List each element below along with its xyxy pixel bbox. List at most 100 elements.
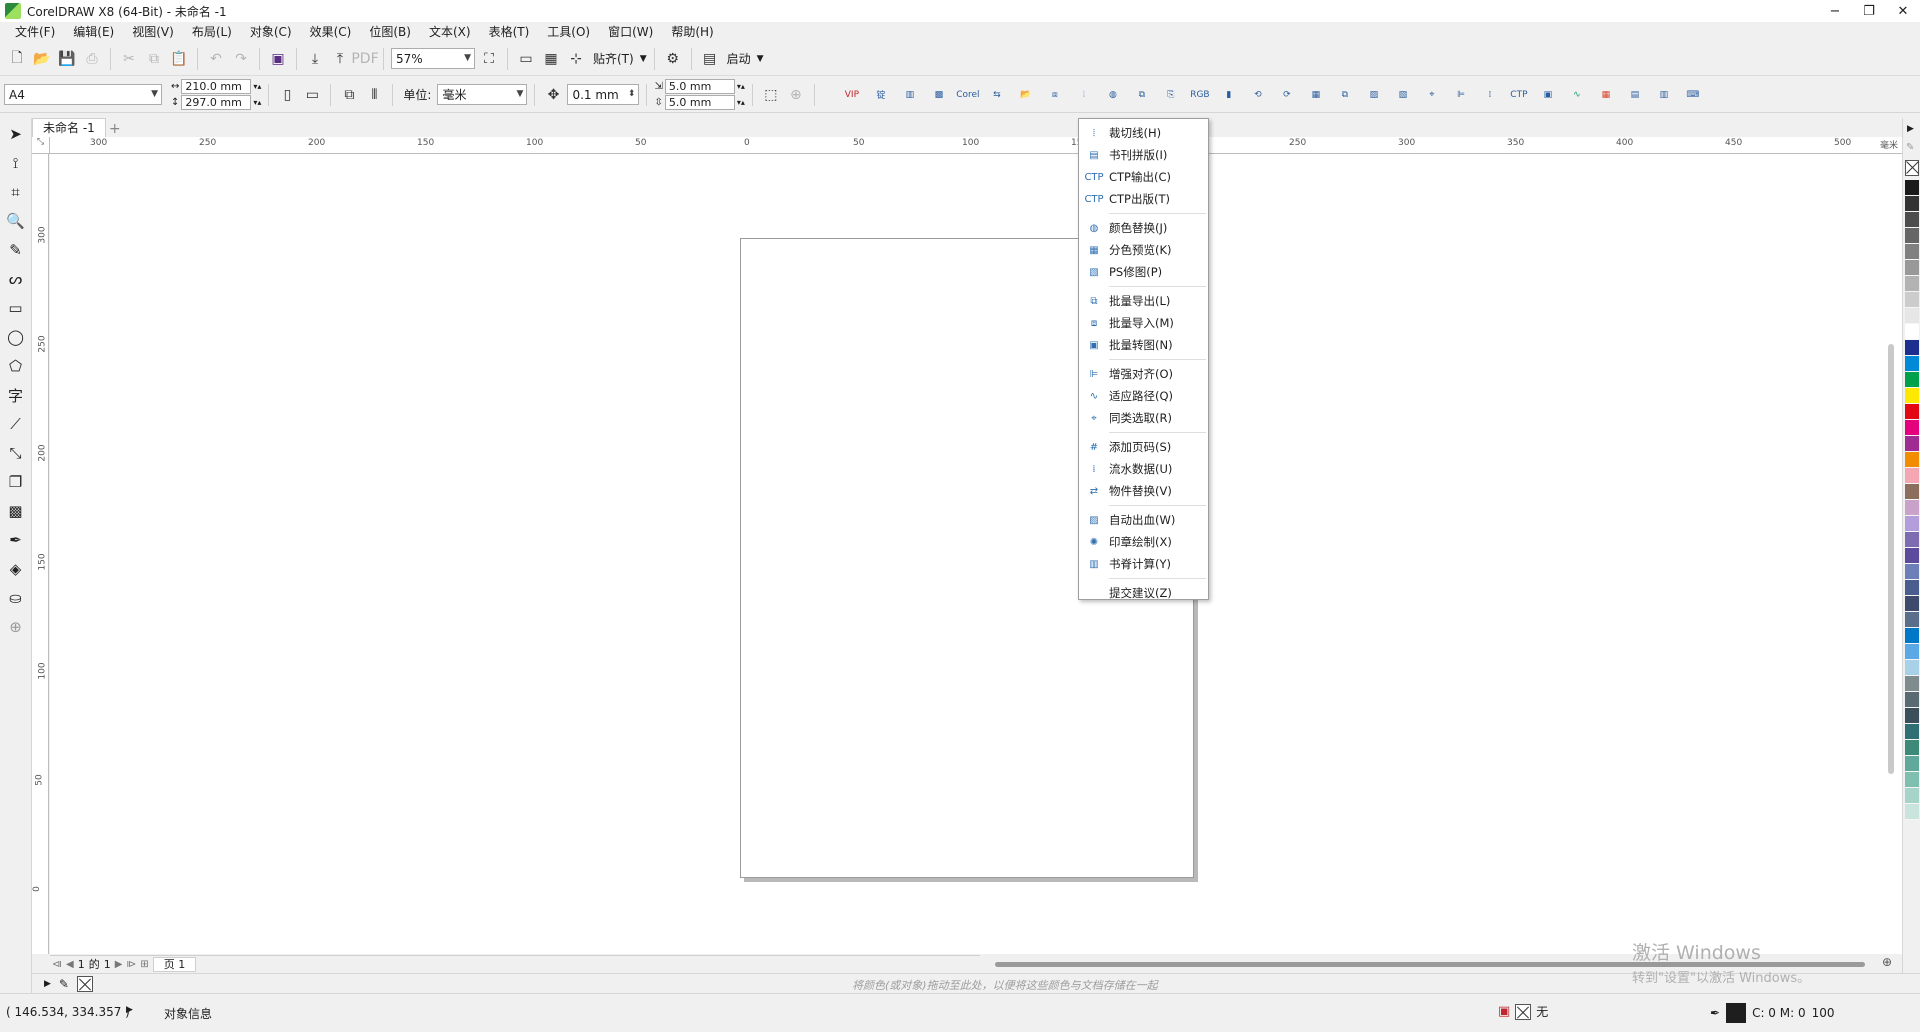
- prev-page-icon[interactable]: ◀: [66, 959, 74, 970]
- docpal-no-color[interactable]: [76, 975, 93, 992]
- menu-item[interactable]: ⦙ 裁切线(H): [1079, 122, 1208, 144]
- restore-button[interactable]: ❐: [1852, 0, 1886, 22]
- menu-item[interactable]: ⊫ 增强对齐(O): [1079, 363, 1208, 385]
- color-swatch[interactable]: [1905, 516, 1919, 532]
- landscape-icon[interactable]: ▭: [301, 84, 323, 106]
- color-swatch[interactable]: [1905, 660, 1919, 676]
- close-button[interactable]: ✕: [1886, 0, 1920, 22]
- add-page-icon[interactable]: ⊞: [140, 959, 148, 970]
- pen-icon[interactable]: ✒: [1710, 1006, 1720, 1020]
- ellipse-tool-icon[interactable]: ◯: [3, 325, 29, 349]
- color-swatch[interactable]: [1905, 468, 1919, 484]
- menu-item[interactable]: ▥ 书脊计算(Y): [1079, 553, 1208, 575]
- corel-icon[interactable]: Corel: [956, 83, 980, 107]
- menu-item[interactable]: 编辑(E): [64, 22, 123, 42]
- last-page-icon[interactable]: ⧐: [126, 959, 136, 970]
- color-swatch[interactable]: [1905, 180, 1919, 196]
- color-swatch[interactable]: [1905, 740, 1919, 756]
- rgb-cmyk-icon[interactable]: RGB: [1188, 83, 1212, 107]
- color-swatch[interactable]: [1905, 692, 1919, 708]
- spin-icon[interactable]: ▾▴: [737, 98, 745, 107]
- copy-pages-icon[interactable]: ⎘: [1159, 83, 1183, 107]
- color-swatch[interactable]: [1905, 804, 1919, 820]
- nudge-distance-input[interactable]: 0.1 mm ⬍: [567, 84, 640, 105]
- open-folder-icon[interactable]: 📂: [31, 48, 53, 70]
- artistic-media-icon[interactable]: ᔕ: [3, 267, 29, 291]
- color-swatch[interactable]: [1905, 372, 1919, 388]
- palette-expand-icon[interactable]: ▶: [1907, 124, 1914, 134]
- book-icon[interactable]: ▤: [1623, 83, 1647, 107]
- color-swatch[interactable]: [1905, 788, 1919, 804]
- snap-to-label[interactable]: 贴齐(T): [590, 50, 637, 67]
- color-swatch[interactable]: [1905, 324, 1919, 340]
- menu-item[interactable]: ⁞ 流水数据(U): [1079, 458, 1208, 480]
- color-swatch[interactable]: [1905, 548, 1919, 564]
- menu-item[interactable]: 帮助(H): [662, 22, 722, 42]
- menu-item[interactable]: 文件(F): [6, 22, 64, 42]
- menu-item[interactable]: 效果(C): [301, 22, 361, 42]
- page-size-combo[interactable]: A4 ▼: [4, 84, 162, 105]
- menu-item[interactable]: ⌖ 同类选取(R): [1079, 407, 1208, 429]
- duplicate-x-input[interactable]: 5.0 mm: [664, 79, 735, 94]
- show-grid-icon[interactable]: ▦: [540, 48, 562, 70]
- eyedropper-icon[interactable]: ✎: [1906, 142, 1914, 153]
- docpal-expand-icon[interactable]: ▶: [44, 979, 51, 989]
- document-tab[interactable]: 未命名 -1: [32, 118, 106, 137]
- no-color-swatch[interactable]: [1905, 160, 1919, 176]
- color-swatch[interactable]: [1905, 276, 1919, 292]
- color-replace-icon[interactable]: ◍: [1101, 83, 1125, 107]
- color-swatch[interactable]: [1905, 676, 1919, 692]
- color-swatch[interactable]: [1905, 612, 1919, 628]
- menu-item[interactable]: 位图(B): [360, 22, 420, 42]
- color-swatch[interactable]: [1905, 772, 1919, 788]
- menu-item[interactable]: ▣ 批量转图(N): [1079, 334, 1208, 356]
- menu-item[interactable]: ▤ 书刊拼版(I): [1079, 144, 1208, 166]
- fit-path-icon[interactable]: ∿: [1565, 83, 1589, 107]
- zoom-to-page-icon[interactable]: ⛶: [478, 48, 500, 70]
- next-page-icon[interactable]: ▶: [115, 959, 123, 970]
- grid-icon[interactable]: ▦: [1304, 83, 1328, 107]
- calculate-icon[interactable]: ▥: [1652, 83, 1676, 107]
- menu-item[interactable]: ⧉ 批量导出(L): [1079, 290, 1208, 312]
- color-swatch[interactable]: [1905, 356, 1919, 372]
- minimize-button[interactable]: −: [1818, 0, 1852, 22]
- menu-item[interactable]: ▦ 分色预览(K): [1079, 239, 1208, 261]
- color-swatch[interactable]: [1905, 484, 1919, 500]
- menu-item[interactable]: 窗口(W): [599, 22, 662, 42]
- save-icon[interactable]: 💾: [56, 48, 78, 70]
- application-launcher-icon[interactable]: ▤: [699, 48, 721, 70]
- color-swatch[interactable]: [1905, 340, 1919, 356]
- color-swatch[interactable]: [1905, 436, 1919, 452]
- menu-item[interactable]: CTP CTP输出(C): [1079, 166, 1208, 188]
- serial-data-icon[interactable]: ⁞: [1478, 83, 1502, 107]
- color-swatch[interactable]: [1905, 628, 1919, 644]
- publish-pdf-icon[interactable]: PDF: [351, 48, 378, 70]
- select-similar-icon[interactable]: ⌖: [1420, 83, 1444, 107]
- menu-item[interactable]: ▧ PS修图(P): [1079, 261, 1208, 283]
- new-tab-icon[interactable]: +: [106, 121, 124, 137]
- menu-item[interactable]: ⧈ 批量导入(M): [1079, 312, 1208, 334]
- color-swatch[interactable]: [1905, 388, 1919, 404]
- vip-plugin-icon[interactable]: VIP: [840, 83, 864, 107]
- color-swatch[interactable]: [1905, 404, 1919, 420]
- portrait-icon[interactable]: ▯: [276, 84, 298, 106]
- menu-item[interactable]: ⇄ 物件替换(V): [1079, 480, 1208, 502]
- align-icon[interactable]: ⊫: [1449, 83, 1473, 107]
- spin-icon[interactable]: ▾▴: [253, 98, 261, 107]
- color-swatch[interactable]: [1905, 308, 1919, 324]
- options-gear-icon[interactable]: ⚙: [662, 48, 684, 70]
- menu-item[interactable]: 表格(T): [480, 22, 539, 42]
- menu-item[interactable]: 文本(X): [420, 22, 480, 42]
- ctp-icon[interactable]: CTP: [1507, 83, 1531, 107]
- paste-icon[interactable]: 📋: [168, 48, 190, 70]
- import-icon[interactable]: ⤓: [304, 48, 326, 70]
- color-swatch[interactable]: [1905, 260, 1919, 276]
- color-swatch[interactable]: [1905, 228, 1919, 244]
- color-swatch[interactable]: [1905, 420, 1919, 436]
- menu-item[interactable]: ◍ 颜色替换(J): [1079, 217, 1208, 239]
- page-border-icon[interactable]: ⬚: [760, 84, 782, 106]
- fill-bucket-icon[interactable]: ▣: [1498, 1004, 1510, 1019]
- frame-icon[interactable]: ▣: [1536, 83, 1560, 107]
- new-document-icon[interactable]: 🗋: [6, 48, 28, 70]
- color-swatch[interactable]: [1905, 708, 1919, 724]
